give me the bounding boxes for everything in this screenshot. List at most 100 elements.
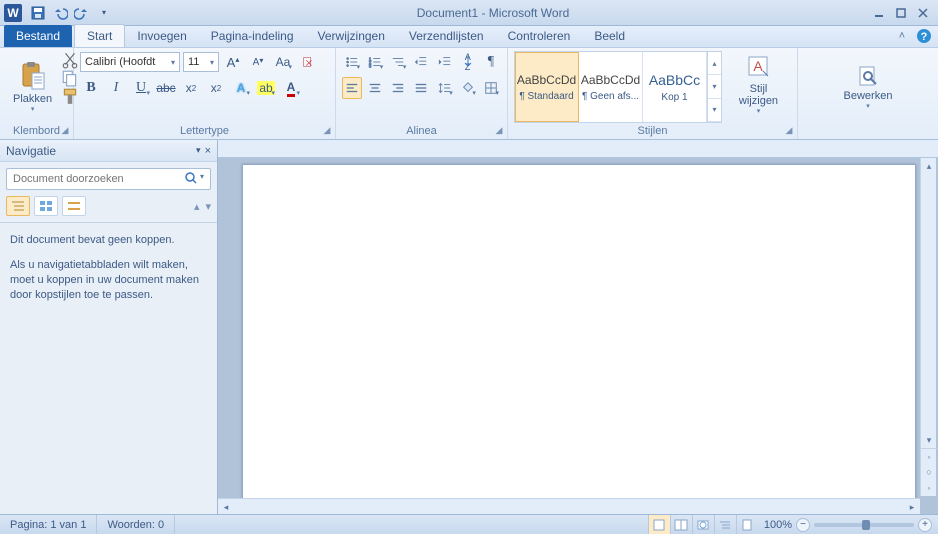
justify-button[interactable] <box>411 77 431 99</box>
grow-font-button[interactable]: A▴ <box>222 51 244 73</box>
gallery-down-icon[interactable]: ▾ <box>708 75 721 98</box>
styles-dialog-launcher[interactable]: ◢ <box>783 124 795 136</box>
paragraph-dialog-launcher[interactable]: ◢ <box>493 124 505 136</box>
multilevel-list-button[interactable]: ▾ <box>388 51 408 73</box>
font-color-button[interactable]: A▾ <box>280 77 302 99</box>
zoom-slider[interactable] <box>814 523 914 527</box>
tab-page-layout[interactable]: Pagina-indeling <box>199 25 306 47</box>
change-styles-button[interactable]: A Stijl wijzigen ▾ <box>726 51 791 123</box>
group-clipboard-label: Klembord <box>6 123 67 139</box>
show-marks-button[interactable]: ¶ <box>481 51 501 73</box>
search-dropdown-icon[interactable]: ▾ <box>200 172 204 187</box>
close-button[interactable] <box>914 6 932 20</box>
clear-formatting-button[interactable] <box>297 51 319 73</box>
tab-insert[interactable]: Invoegen <box>125 25 198 47</box>
align-center-button[interactable] <box>365 77 385 99</box>
prev-page-icon[interactable]: ◦ <box>921 448 937 464</box>
text-effects-button[interactable]: A▾ <box>230 77 252 99</box>
align-right-button[interactable] <box>388 77 408 99</box>
underline-button[interactable]: U▾ <box>130 77 152 99</box>
view-print-layout[interactable] <box>648 515 670 534</box>
horizontal-ruler[interactable] <box>218 140 938 158</box>
help-icon[interactable]: ? <box>916 28 932 44</box>
numbering-button[interactable]: 123▾ <box>365 51 385 73</box>
style-standaard[interactable]: AaBbCcDd ¶ Standaard <box>515 52 579 122</box>
minimize-ribbon-icon[interactable]: ˄ <box>894 28 910 44</box>
strikethrough-button[interactable]: abc <box>155 77 177 99</box>
change-styles-label: Stijl wijzigen <box>734 83 783 107</box>
font-size-combo[interactable]: 11▾ <box>183 52 219 72</box>
browse-object-icon[interactable]: ○ <box>921 464 937 480</box>
status-page[interactable]: Pagina: 1 van 1 <box>0 515 97 534</box>
nav-tab-pages[interactable] <box>34 196 58 216</box>
paste-button[interactable]: Plakken ▾ <box>6 51 59 123</box>
style-geen-afstand[interactable]: AaBbCcDd ¶ Geen afs... <box>579 52 643 122</box>
scroll-right-icon[interactable]: ▸ <box>904 499 920 514</box>
scroll-track[interactable] <box>921 174 936 432</box>
decrease-indent-button[interactable] <box>411 51 431 73</box>
tab-mailings[interactable]: Verzendlijsten <box>397 25 496 47</box>
horizontal-scrollbar[interactable]: ◂ ▸ <box>218 498 920 514</box>
tab-file[interactable]: Bestand <box>4 25 72 47</box>
maximize-button[interactable] <box>892 6 910 20</box>
shading-button[interactable]: ▾ <box>458 77 478 99</box>
borders-button[interactable]: ▾ <box>481 77 501 99</box>
zoom-out-button[interactable]: − <box>796 518 810 532</box>
sort-button[interactable]: AZ <box>458 51 478 73</box>
save-icon[interactable] <box>30 5 46 21</box>
scroll-left-icon[interactable]: ◂ <box>218 499 234 514</box>
line-spacing-button[interactable]: ▾ <box>435 77 455 99</box>
superscript-button[interactable]: x2 <box>205 77 227 99</box>
vertical-scrollbar[interactable]: ▴ ▾ ◦ ○ ◦ <box>920 158 936 496</box>
zoom-in-button[interactable]: + <box>918 518 932 532</box>
nav-tab-headings[interactable] <box>6 196 30 216</box>
font-name-combo[interactable]: Calibri (Hoofdt▾ <box>80 52 180 72</box>
group-clipboard: Plakken ▾ Klembord ◢ <box>0 48 74 139</box>
status-words[interactable]: Woorden: 0 <box>97 515 175 534</box>
nav-next-icon[interactable]: ▾ <box>205 200 211 213</box>
view-web-layout[interactable] <box>692 515 714 534</box>
undo-icon[interactable] <box>52 5 68 21</box>
increase-indent-button[interactable] <box>435 51 455 73</box>
subscript-button[interactable]: x2 <box>180 77 202 99</box>
style-kop-1[interactable]: AaBbCc Kop 1 <box>643 52 707 122</box>
qat-customize-icon[interactable]: ▾ <box>96 5 112 21</box>
nav-search-input[interactable] <box>13 173 185 185</box>
next-page-icon[interactable]: ◦ <box>921 480 937 496</box>
italic-button[interactable]: I <box>105 77 127 99</box>
view-full-screen[interactable] <box>670 515 692 534</box>
document-page[interactable] <box>242 164 916 514</box>
tab-review[interactable]: Controleren <box>496 25 583 47</box>
editing-button[interactable]: Bewerken ▾ <box>837 61 900 113</box>
nav-close-icon[interactable]: × <box>205 145 211 157</box>
change-case-button[interactable]: Aa▾ <box>272 51 294 73</box>
zoom-level[interactable]: 100% <box>764 519 792 531</box>
scroll-up-icon[interactable]: ▴ <box>921 158 937 174</box>
style-name: Kop 1 <box>661 92 687 103</box>
gallery-more-icon[interactable]: ▾ <box>708 99 721 122</box>
clipboard-dialog-launcher[interactable]: ◢ <box>59 124 71 136</box>
font-dialog-launcher[interactable]: ◢ <box>321 124 333 136</box>
nav-prev-icon[interactable]: ▴ <box>194 200 200 213</box>
bullets-button[interactable]: ▾ <box>342 51 362 73</box>
hscroll-track[interactable] <box>234 499 904 514</box>
scroll-down-icon[interactable]: ▾ <box>921 432 937 448</box>
nav-menu-icon[interactable]: ▾ <box>196 145 201 157</box>
tab-view[interactable]: Beeld <box>582 25 637 47</box>
highlight-button[interactable]: ab▾ <box>255 77 277 99</box>
nav-tab-results[interactable] <box>62 196 86 216</box>
align-left-button[interactable] <box>342 77 362 99</box>
gallery-up-icon[interactable]: ▴ <box>708 52 721 75</box>
tab-references[interactable]: Verwijzingen <box>306 25 397 47</box>
view-draft[interactable] <box>736 515 758 534</box>
search-icon[interactable] <box>185 172 197 187</box>
shrink-font-button[interactable]: A▾ <box>247 51 269 73</box>
nav-search-box[interactable]: ▾ <box>6 168 211 190</box>
zoom-thumb[interactable] <box>862 520 870 530</box>
redo-icon[interactable] <box>74 5 90 21</box>
minimize-button[interactable] <box>870 6 888 20</box>
tab-home[interactable]: Start <box>74 24 125 47</box>
view-outline[interactable] <box>714 515 736 534</box>
title-bar: W ▾ Document1 - Microsoft Word <box>0 0 938 26</box>
bold-button[interactable]: B <box>80 77 102 99</box>
